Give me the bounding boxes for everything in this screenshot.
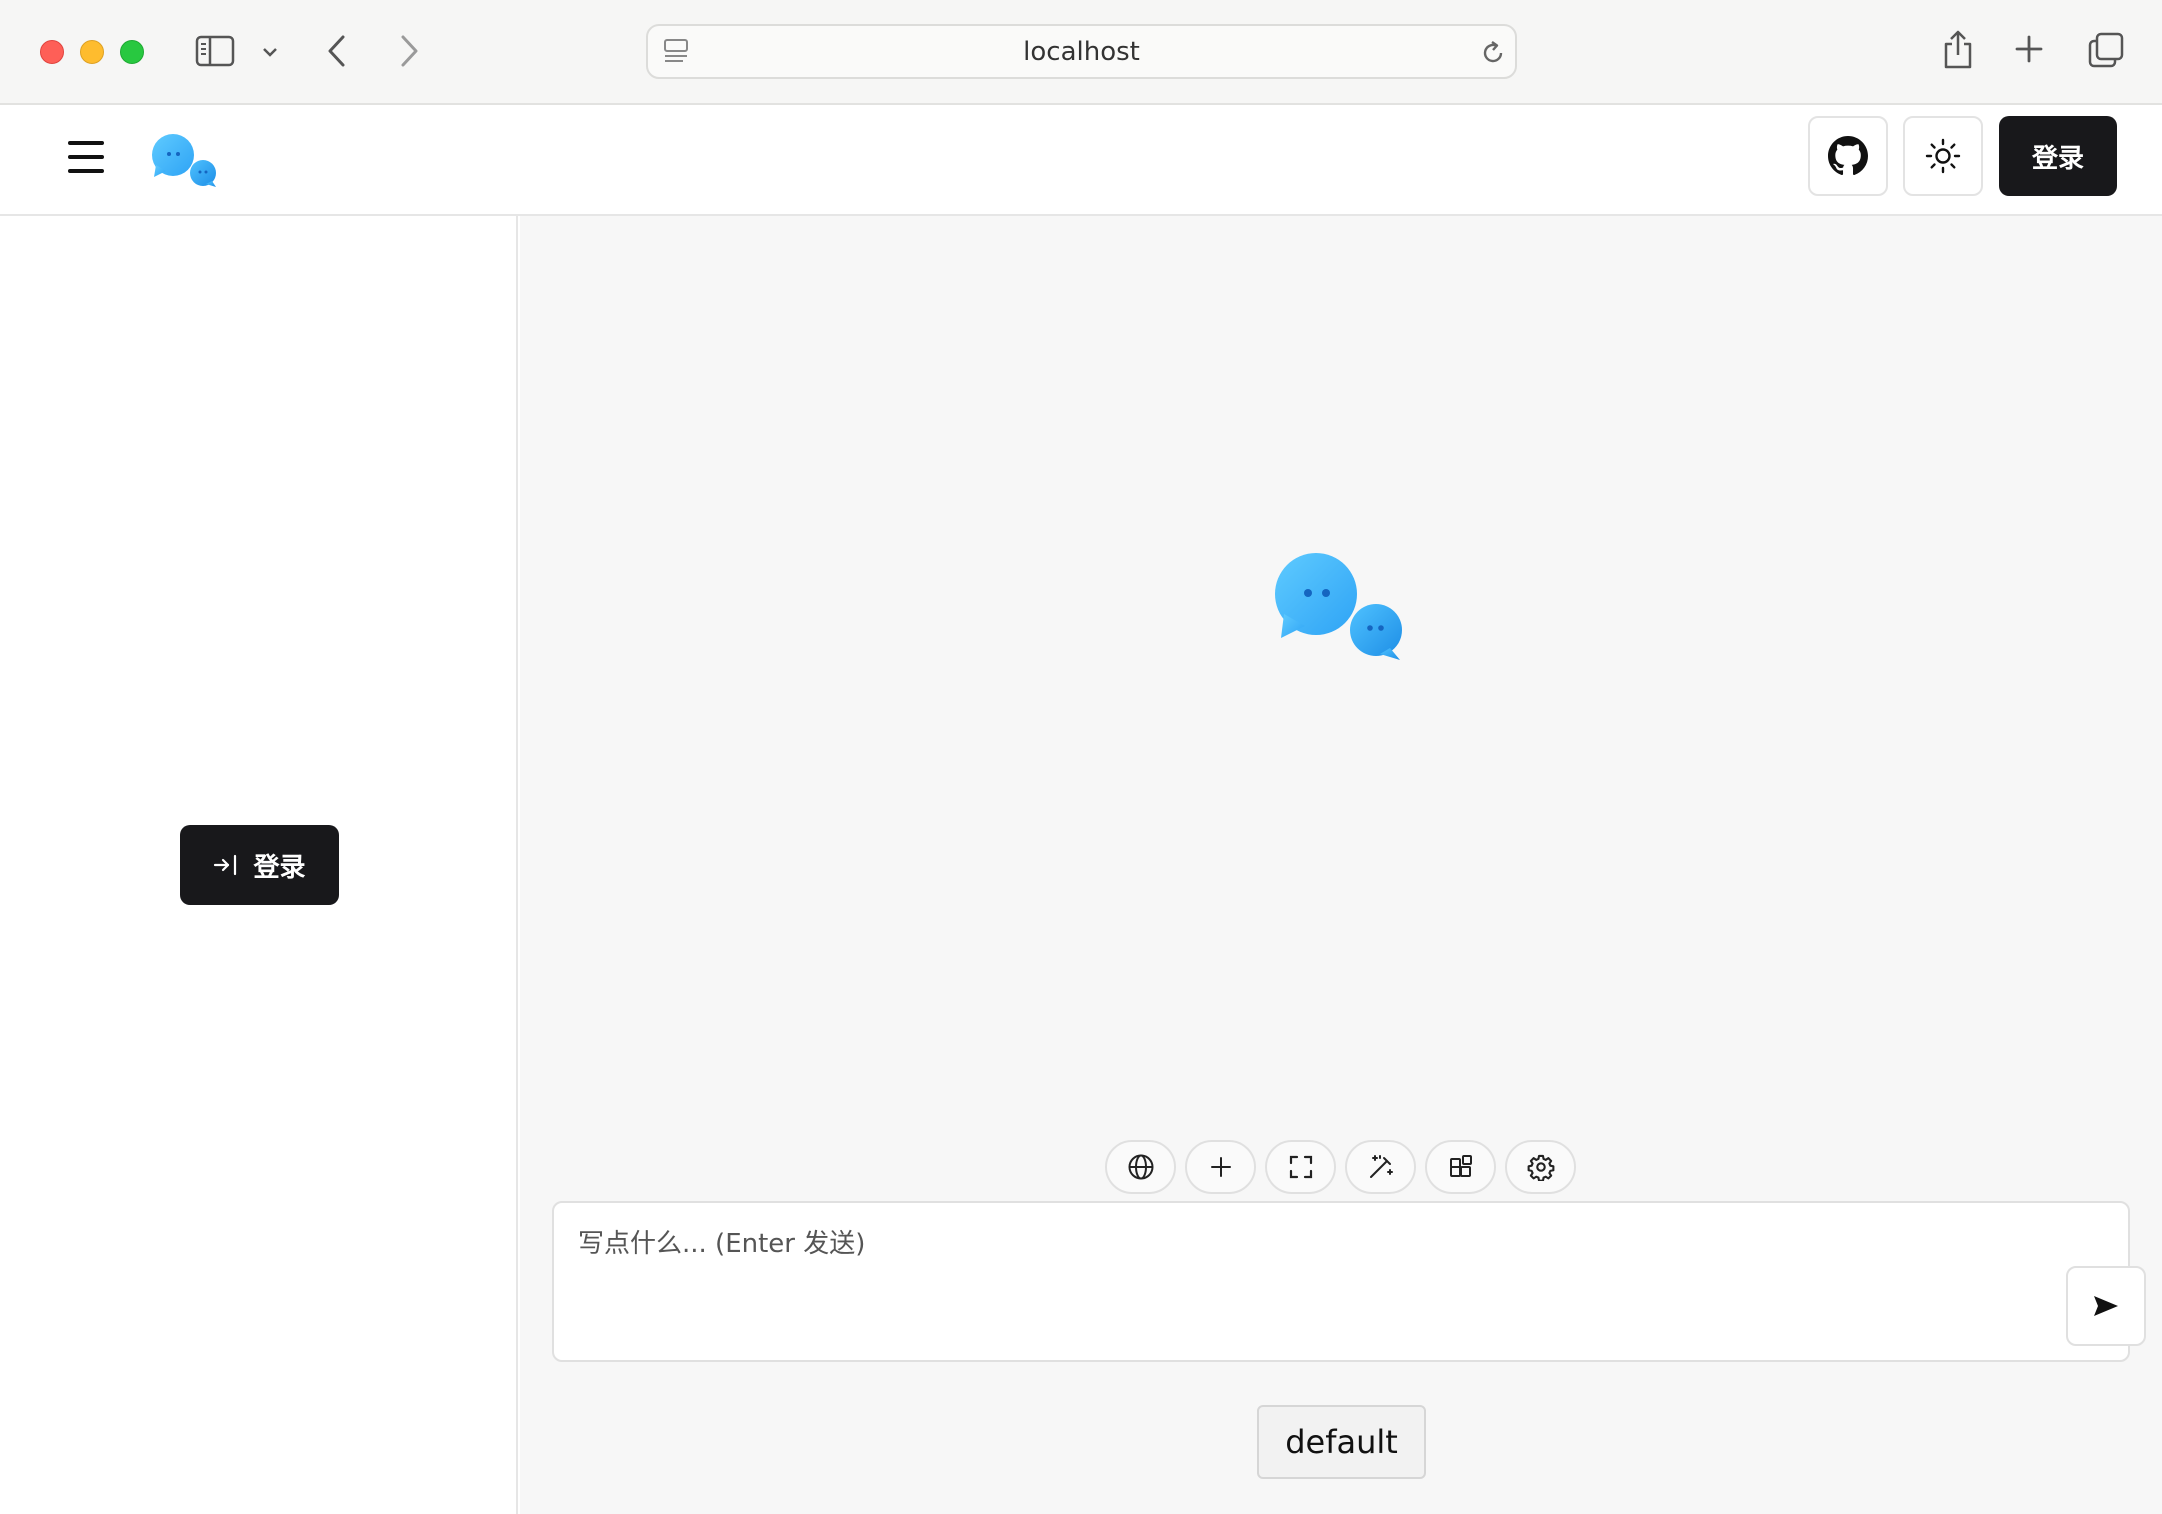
chat-logo-large <box>1272 552 1408 667</box>
chat-logo[interactable] <box>150 133 222 194</box>
browser-toolbar: localhost <box>0 0 2162 105</box>
magic-wand-icon <box>1369 1155 1393 1178</box>
forward-icon[interactable] <box>394 30 424 72</box>
sign-in-icon <box>214 854 237 876</box>
window-minimize-button[interactable] <box>80 40 104 64</box>
settings-button[interactable] <box>1505 1140 1576 1194</box>
plugins-button[interactable] <box>1425 1140 1496 1194</box>
sidebar-login-label: 登录 <box>253 852 306 883</box>
sun-icon <box>1925 138 1961 174</box>
grid-icon <box>1449 1155 1472 1177</box>
app-header: 登录 <box>0 105 2162 216</box>
send-button[interactable] <box>2066 1266 2146 1346</box>
prompt-magic-button[interactable] <box>1345 1140 1416 1194</box>
send-icon <box>2094 1296 2118 1316</box>
url-text: localhost <box>1023 36 1140 67</box>
message-input-box <box>552 1201 2146 1362</box>
chevron-down-icon[interactable] <box>258 40 282 64</box>
new-tab-icon[interactable] <box>2012 32 2046 66</box>
web-search-button[interactable] <box>1105 1140 1176 1194</box>
tabs-overview-icon[interactable] <box>2086 30 2126 70</box>
back-icon[interactable] <box>322 30 352 72</box>
model-selector-button[interactable]: default <box>1257 1405 1426 1479</box>
fullscreen-button[interactable] <box>1265 1140 1336 1194</box>
globe-icon <box>1128 1154 1153 1180</box>
theme-toggle-button[interactable] <box>1903 116 1983 196</box>
chat-toolbar <box>1105 1140 1576 1194</box>
chat-main: default <box>520 216 2162 1514</box>
menu-icon[interactable] <box>66 139 106 175</box>
address-bar[interactable]: localhost <box>646 24 1517 79</box>
message-input[interactable] <box>578 1223 1978 1333</box>
reload-icon[interactable] <box>1478 38 1508 68</box>
new-chat-button[interactable] <box>1185 1140 1256 1194</box>
sidebar-toggle-icon[interactable] <box>194 33 236 69</box>
window-close-button[interactable] <box>40 40 64 64</box>
header-login-button[interactable]: 登录 <box>1999 116 2117 196</box>
window-zoom-button[interactable] <box>120 40 144 64</box>
gear-icon <box>1527 1154 1554 1181</box>
github-button[interactable] <box>1808 116 1888 196</box>
expand-icon <box>1289 1155 1312 1179</box>
plus-icon <box>1210 1157 1231 1177</box>
sidebar: 登录 <box>0 216 518 1514</box>
sidebar-login-button[interactable]: 登录 <box>180 825 339 905</box>
github-icon <box>1828 136 1868 176</box>
share-icon[interactable] <box>1940 28 1976 72</box>
